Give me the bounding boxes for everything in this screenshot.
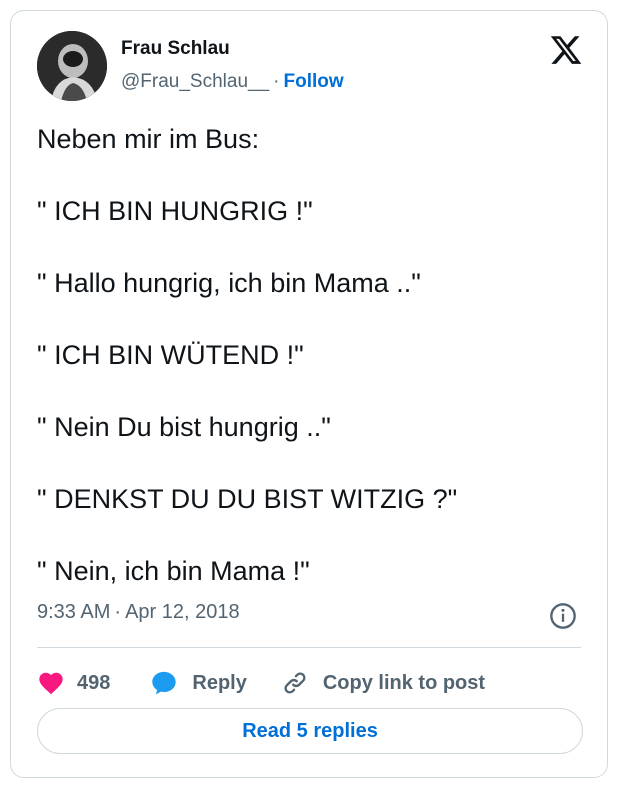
- speech-bubble-icon: [152, 671, 177, 695]
- info-icon[interactable]: [549, 602, 577, 630]
- copy-link-label: Copy link to post: [322, 671, 486, 694]
- divider: [37, 647, 581, 648]
- avatar-image: [37, 31, 107, 101]
- like-button[interactable]: 498: [37, 669, 110, 697]
- post-actions: 498 Reply Copy link to post: [37, 665, 485, 701]
- post-timestamp: 9:33 AM · Apr 12, 2018: [37, 601, 240, 624]
- avatar[interactable]: [37, 31, 107, 101]
- timestamp-separator: ·: [114, 601, 122, 623]
- reply-label: Reply: [192, 671, 247, 694]
- post-text: Neben mir im Bus: " ICH BIN HUNGRIG !" "…: [37, 124, 458, 586]
- handle-separator: ·: [273, 71, 280, 92]
- copy-link-button[interactable]: Copy link to post: [281, 669, 485, 697]
- author-handle-row: @Frau_Schlau__ · Follow: [121, 71, 344, 93]
- read-replies-button[interactable]: Read 5 replies: [37, 708, 583, 754]
- heart-icon: [39, 672, 63, 695]
- link-icon: [284, 672, 306, 694]
- author-display-name[interactable]: Frau Schlau: [121, 38, 230, 60]
- follow-button[interactable]: Follow: [283, 71, 343, 92]
- author-handle[interactable]: @Frau_Schlau__: [121, 71, 269, 92]
- post-date[interactable]: Apr 12, 2018: [125, 601, 240, 623]
- post-time[interactable]: 9:33 AM: [37, 601, 110, 623]
- reply-button[interactable]: Reply: [150, 669, 247, 697]
- embedded-post-card: Frau Schlau @Frau_Schlau__ · Follow Neben …: [10, 10, 608, 778]
- x-logo-icon[interactable]: [549, 33, 583, 67]
- like-count: 498: [77, 671, 111, 694]
